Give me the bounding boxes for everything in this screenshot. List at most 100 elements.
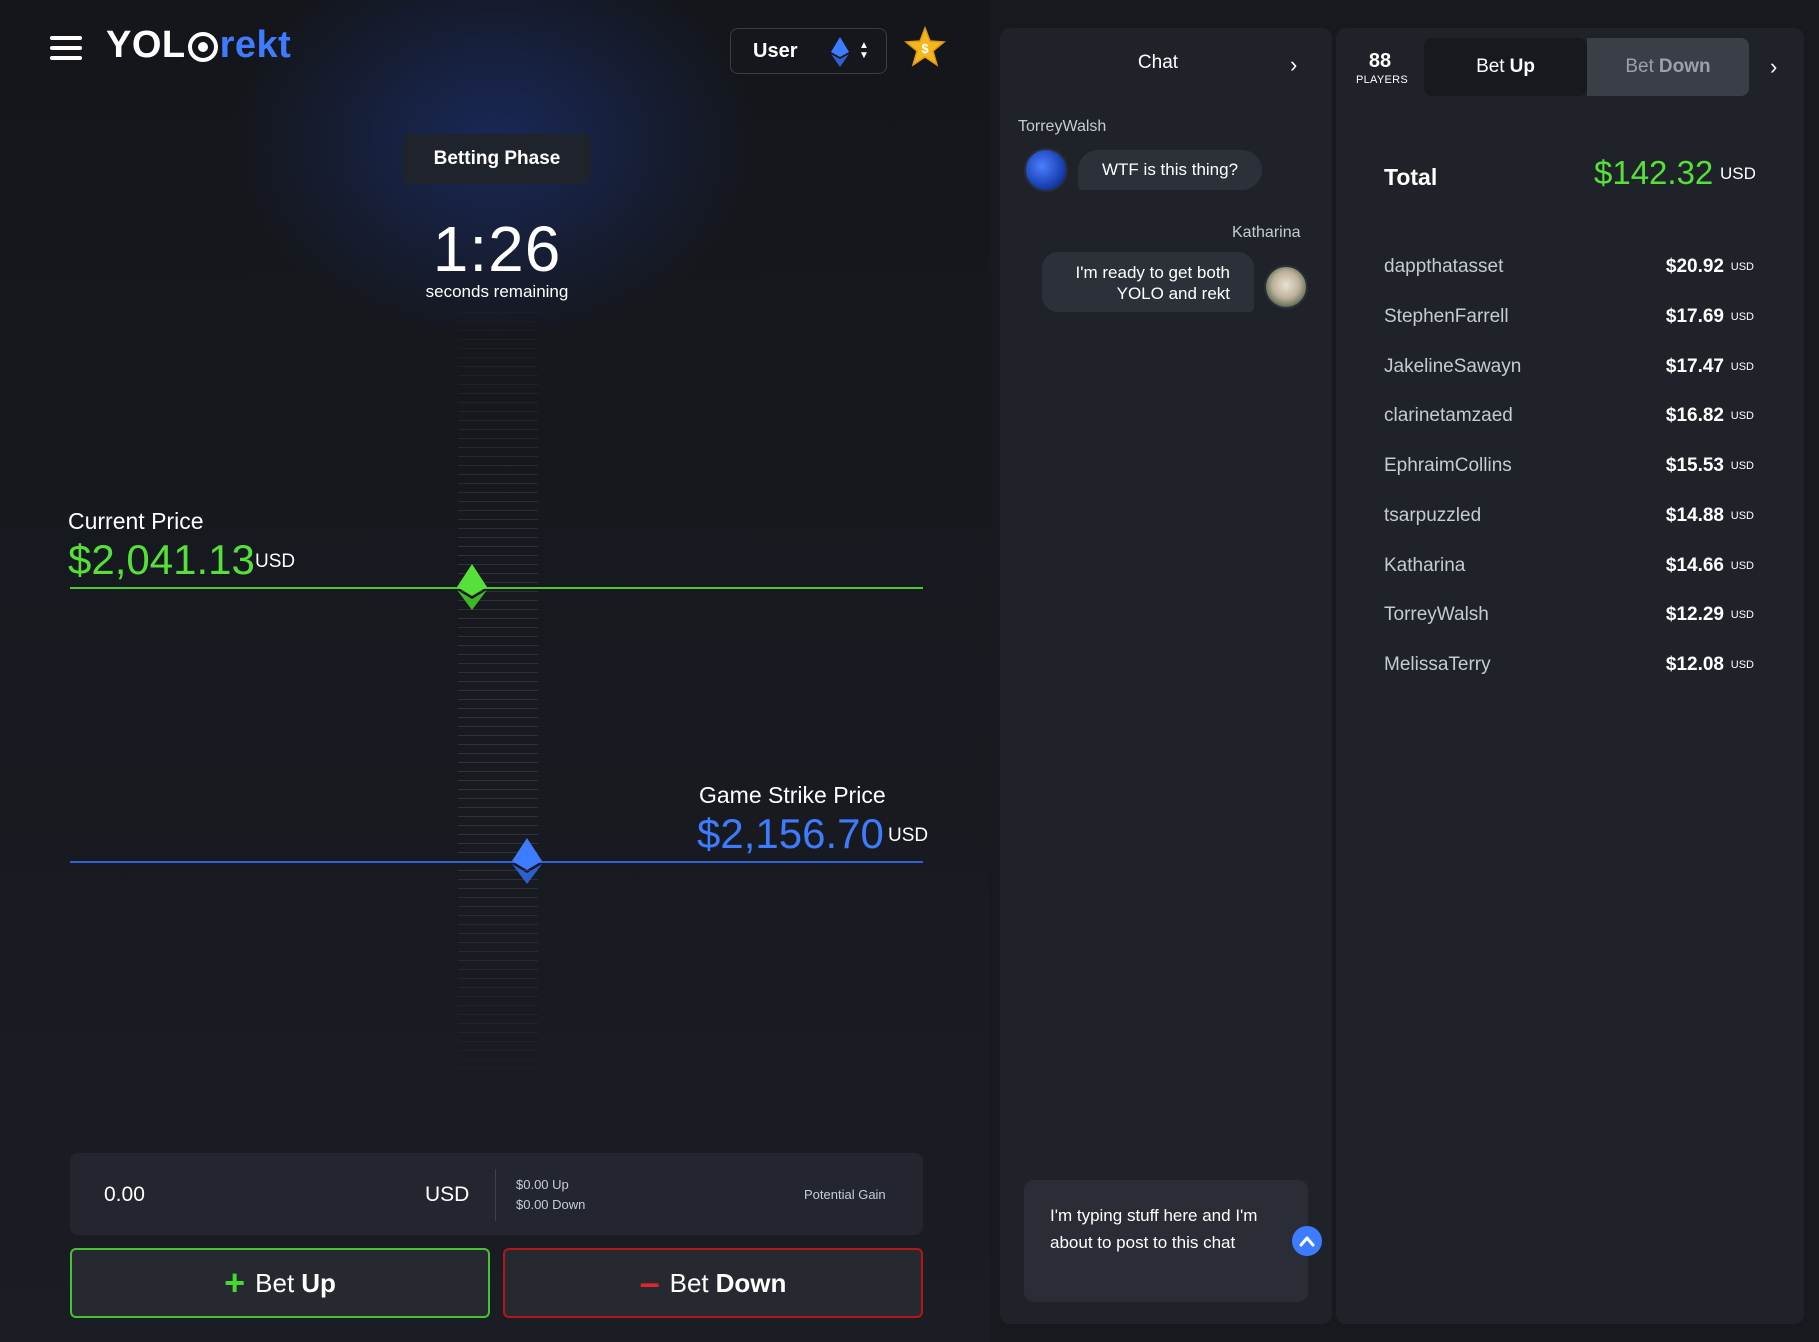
star-icon[interactable]: $ bbox=[904, 26, 946, 68]
list-item: StephenFarrell $17.69 USD bbox=[1384, 302, 1754, 332]
bet-unit: USD bbox=[1730, 560, 1754, 572]
bet-amount: $17.69 bbox=[1665, 306, 1724, 327]
bet-unit: USD bbox=[1730, 659, 1754, 671]
bet-amount: $20.92 bbox=[1665, 256, 1724, 277]
player-name: EphraimCollins bbox=[1384, 455, 1512, 476]
chat-message-bubble: I'm ready to get both YOLO and rekt bbox=[1042, 252, 1254, 312]
bet-amount-box: 0.00 USD $0.00 Up $0.00 Down Potential G… bbox=[70, 1153, 923, 1235]
tab-label-strong: Down bbox=[1658, 56, 1711, 77]
bet-unit: USD bbox=[1730, 311, 1754, 323]
select-arrows-icon: ▲ ▼ bbox=[859, 40, 869, 61]
chat-message-text-line: I'm ready to get both bbox=[1075, 263, 1230, 282]
players-label: PLAYERS bbox=[1356, 74, 1409, 86]
chevron-right-icon[interactable]: › bbox=[1770, 54, 1777, 80]
bet-unit: USD bbox=[1730, 609, 1754, 621]
total-amount: $142.32 bbox=[1594, 154, 1714, 191]
bet-unit: USD bbox=[1730, 510, 1754, 522]
bets-panel: 88 PLAYERS Bet Up Bet Down › Total $142.… bbox=[1336, 28, 1804, 1324]
plus-icon: + bbox=[224, 1262, 246, 1303]
current-price-unit: USD bbox=[255, 551, 296, 572]
tab-label-pre: Bet bbox=[1625, 56, 1654, 77]
chat-input[interactable]: I'm typing stuff here and I'm about to p… bbox=[1024, 1180, 1308, 1302]
list-item: TorreyWalsh $12.29 USD bbox=[1384, 600, 1754, 630]
chat-message-text-line: YOLO and rekt bbox=[1116, 284, 1230, 303]
svg-text:$: $ bbox=[921, 41, 929, 56]
player-name: clarinetamzaed bbox=[1384, 405, 1513, 426]
potential-down-value: $0.00 Down bbox=[516, 1197, 586, 1212]
bet-unit: USD bbox=[1730, 410, 1754, 422]
tab-bet-down[interactable]: Bet Down bbox=[1587, 38, 1749, 96]
list-item: tsarpuzzled $14.88 USD bbox=[1384, 501, 1754, 531]
chevron-right-icon[interactable]: › bbox=[1290, 52, 1297, 78]
strike-price-line bbox=[70, 861, 923, 863]
bet-amount: $14.88 bbox=[1665, 505, 1724, 526]
player-name: StephenFarrell bbox=[1384, 306, 1509, 327]
bet-up-label-strong: Up bbox=[301, 1267, 336, 1298]
list-item: Katharina $14.66 USD bbox=[1384, 551, 1754, 581]
bet-amount-input[interactable]: 0.00 bbox=[104, 1183, 145, 1207]
list-item: MelissaTerry $12.08 USD bbox=[1384, 650, 1754, 680]
ethereum-icon bbox=[831, 37, 849, 67]
player-name: tsarpuzzled bbox=[1384, 505, 1482, 526]
strike-price-label: Game Strike Price bbox=[699, 782, 886, 808]
avatar[interactable] bbox=[1264, 265, 1308, 309]
chat-message-bubble: WTF is this thing? bbox=[1078, 150, 1263, 190]
total-unit: USD bbox=[1720, 164, 1756, 183]
countdown-caption: seconds remaining bbox=[425, 282, 569, 301]
strike-price-marker-icon bbox=[512, 838, 542, 884]
avatar[interactable] bbox=[1024, 148, 1068, 192]
bet-box-divider bbox=[495, 1169, 496, 1221]
logo-text-rekt: rekt bbox=[219, 24, 292, 66]
logo[interactable]: YOL rekt bbox=[106, 24, 291, 67]
game-area: YOL rekt User ▲ ▼ $ Betting Phase 1:26 se… bbox=[0, 0, 990, 1342]
chat-message-author: TorreyWalsh bbox=[1018, 118, 1107, 135]
bet-amount: $16.82 bbox=[1665, 405, 1724, 426]
user-label: User bbox=[753, 39, 798, 62]
chat-message-author: Katharina bbox=[1232, 224, 1301, 241]
bet-currency-label: USD bbox=[425, 1183, 470, 1206]
player-name: TorreyWalsh bbox=[1384, 604, 1489, 625]
current-price-label: Current Price bbox=[68, 508, 204, 534]
list-item: EphraimCollins $15.53 USD bbox=[1384, 451, 1754, 481]
list-item: dappthatasset $20.92 USD bbox=[1384, 252, 1754, 282]
betting-phase-badge: Betting Phase bbox=[403, 134, 591, 184]
tab-label-strong: Up bbox=[1509, 56, 1535, 77]
list-item: JakelineSawayn $17.47 USD bbox=[1384, 352, 1754, 382]
current-price-value: $2,041.13 bbox=[68, 536, 255, 583]
countdown-timer: 1:26 bbox=[432, 213, 562, 285]
bet-unit: USD bbox=[1730, 361, 1754, 373]
chat-panel: Chat › TorreyWalsh WTF is this thing? Ka… bbox=[1000, 28, 1332, 1324]
bet-amount: $15.53 bbox=[1665, 455, 1724, 476]
current-price-marker-icon bbox=[457, 564, 487, 610]
price-ladder bbox=[458, 312, 538, 1092]
total-label: Total bbox=[1384, 164, 1438, 190]
menu-icon[interactable] bbox=[50, 36, 82, 60]
potential-gain-label: Potential Gain bbox=[804, 1187, 886, 1202]
bet-down-button[interactable]: – Bet Down bbox=[503, 1248, 923, 1318]
bet-down-label-strong: Down bbox=[715, 1267, 787, 1298]
minus-icon: – bbox=[639, 1262, 660, 1303]
current-price-line bbox=[70, 587, 923, 589]
logo-text-yolo: YOL bbox=[106, 24, 186, 66]
chat-title: Chat bbox=[1137, 52, 1179, 73]
logo-target-icon bbox=[187, 31, 218, 62]
player-name: JakelineSawayn bbox=[1384, 356, 1522, 377]
strike-price-value: $2,156.70 bbox=[697, 810, 884, 857]
bet-up-button[interactable]: + Bet Up bbox=[70, 1248, 490, 1318]
bet-unit: USD bbox=[1730, 460, 1754, 472]
bet-amount: $14.66 bbox=[1665, 555, 1724, 576]
send-chevron-up-icon[interactable] bbox=[1292, 1226, 1322, 1256]
bet-down-label-pre: Bet bbox=[669, 1267, 709, 1298]
player-name: dappthatasset bbox=[1384, 256, 1504, 277]
player-name: MelissaTerry bbox=[1384, 654, 1491, 675]
strike-price-unit: USD bbox=[888, 825, 929, 846]
bet-amount: $17.47 bbox=[1665, 356, 1724, 377]
potential-up-value: $0.00 Up bbox=[516, 1177, 569, 1192]
bet-amount: $12.08 bbox=[1665, 654, 1724, 675]
list-item: clarinetamzaed $16.82 USD bbox=[1384, 401, 1754, 431]
bet-amount: $12.29 bbox=[1665, 604, 1724, 625]
bet-unit: USD bbox=[1730, 261, 1754, 273]
players-count: 88 bbox=[1368, 50, 1392, 72]
tab-bet-up[interactable]: Bet Up bbox=[1424, 38, 1587, 96]
user-currency-select[interactable]: User ▲ ▼ bbox=[730, 28, 887, 74]
